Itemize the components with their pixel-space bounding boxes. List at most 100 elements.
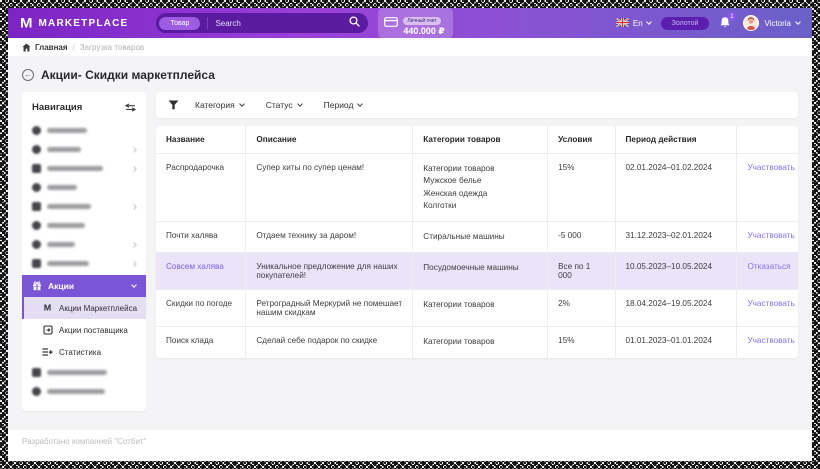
balance-amount: 440.000 ₽ [403,27,444,37]
bank-card-icon [384,14,398,32]
search-category-button[interactable]: Товар [159,17,200,30]
promo-name: Совсем халява [156,253,246,290]
promo-period: 10.05.2023–10.05.2024 [615,253,737,290]
participate-button[interactable]: Участвовать [747,336,794,345]
sidebar-subitem-supplier-promos[interactable]: Акции поставщика [22,319,146,341]
filter-category-dropdown[interactable]: Категория [195,100,244,110]
masked-icon [32,126,41,135]
promo-conditions: -5 000 [548,222,615,253]
promo-description: Отдаем технику за даром! [246,222,413,253]
notification-count-badge: 1 [727,12,736,21]
filter-status-dropdown[interactable]: Статус [266,100,302,110]
footer-copyright: Разработано компанией "Сотбит" [22,437,146,446]
balance-label: Личный счет [403,17,440,25]
promo-conditions: 2% [548,290,615,327]
sidebar-subitem-label: Акции поставщика [59,326,128,335]
filter-period-dropdown[interactable]: Период [324,100,363,110]
collapse-sidebar-icon[interactable] [125,103,136,112]
language-code: En [633,19,643,28]
chevron-down-icon [239,101,245,107]
breadcrumb-current: Загрузка товаров [80,43,144,52]
sidebar-item-masked[interactable] [22,178,146,197]
sidebar-item-masked[interactable] [22,121,146,140]
filter-icon[interactable] [168,100,179,110]
search-divider [207,17,208,29]
box-arrow-icon [42,325,53,335]
sidebar-item-masked[interactable] [22,159,146,178]
promotions-table-card: Название Описание Категории товаров Усло… [156,126,798,358]
masked-icon [32,259,41,268]
masked-icon [32,164,41,173]
brand-logo[interactable]: M MARKETPLACE [20,16,128,31]
search-input[interactable] [215,19,342,28]
marketplace-logo-icon: M [20,16,33,30]
table-row: Поиск клада Сделай себе подарок по скидк… [156,327,798,358]
sidebar-item-masked[interactable] [22,235,146,254]
chevron-right-icon [131,166,137,172]
table-header-row: Название Описание Категории товаров Усло… [156,126,798,154]
marketplace-mark-icon: M [42,303,53,313]
sidebar-item-masked[interactable] [22,254,146,273]
navigation-sidebar: Навигация Акции [22,92,146,411]
breadcrumb-home-label: Главная [35,43,68,52]
promo-categories: Категории товаров Мужское белье Женская … [413,154,548,222]
language-selector[interactable]: En [616,18,651,29]
sidebar-item-masked[interactable] [22,197,146,216]
uk-flag-icon [616,18,629,29]
search-icon[interactable] [349,14,360,32]
chevron-down-icon [795,19,801,25]
chevron-right-icon [131,204,137,210]
stats-icon [42,347,53,357]
sidebar-subitem-marketplace-promos[interactable]: M Акции Маркетплейса [22,297,146,319]
table-row-highlighted: Совсем халява Уникальное предложение для… [156,253,798,290]
masked-icon [32,387,41,396]
participate-button[interactable]: Участвовать [747,299,794,308]
promo-name: Скидки по погоде [156,290,246,327]
app-window: M MARKETPLACE Товар Личный счет 440.000 … [8,8,812,461]
chevron-right-icon [131,242,137,248]
promo-categories: Категории товаров [413,290,548,327]
decline-button[interactable]: Отказаться [747,262,790,271]
sidebar-item-masked[interactable] [22,140,146,159]
column-header-period: Период действия [615,126,737,154]
chevron-down-icon [131,282,137,288]
notifications-button[interactable]: 1 [719,16,733,30]
participate-button[interactable]: Участвовать [747,163,794,172]
promo-period: 02.01.2024–01.02.2024 [615,154,737,222]
balance-widget[interactable]: Личный счет 440.000 ₽ [378,8,452,39]
chevron-right-icon [131,261,137,267]
participate-button[interactable]: Участвовать [747,231,794,240]
promo-description: Сделай себе подарок по скидке [246,327,413,358]
content-area: ← Акции- Скидки маркетплейса Навигация [8,56,812,430]
sidebar-item-label: Акции [48,281,74,291]
breadcrumb: Главная / Загрузка товаров [8,38,812,56]
tier-badge[interactable]: Золотой [661,17,710,30]
back-icon[interactable]: ← [22,69,34,81]
brand-name: MARKETPLACE [39,18,129,29]
promo-description: Уникальное предложение для наших покупат… [246,253,413,290]
table-row: Скидки по погоде Ретроградный Меркурий н… [156,290,798,327]
page-title: Акции- Скидки маркетплейса [41,68,215,82]
promo-name: Почти халява [156,222,246,253]
promo-categories: Категории товаров [413,327,548,358]
sidebar-subitem-statistics[interactable]: Статистика [22,341,146,363]
footer: Разработано компанией "Сотбит" [8,430,812,461]
table-row: Почти халява Отдаем технику за даром! Ст… [156,222,798,253]
sidebar-item-masked[interactable] [22,382,146,401]
promo-name: Поиск клада [156,327,246,358]
masked-icon [32,183,41,192]
sidebar-item-masked[interactable] [22,363,146,382]
sidebar-item-promotions[interactable]: Акции [22,275,146,297]
promo-categories: Посудомоечные машины [413,253,548,290]
sidebar-item-masked[interactable] [22,216,146,235]
chevron-down-icon [297,101,303,107]
page-title-row: ← Акции- Скидки маркетплейса [22,64,798,92]
table-row: Распродарочка Супер хиты по супер ценам!… [156,154,798,222]
user-menu[interactable]: Victoria [743,15,800,31]
chevron-down-icon [358,101,364,107]
breadcrumb-home[interactable]: Главная [22,43,68,52]
sidebar-subitem-label: Акции Маркетплейса [59,304,137,313]
promotions-table: Название Описание Категории товаров Усло… [156,126,798,358]
promo-conditions: 15% [548,327,615,358]
promo-name: Распродарочка [156,154,246,222]
